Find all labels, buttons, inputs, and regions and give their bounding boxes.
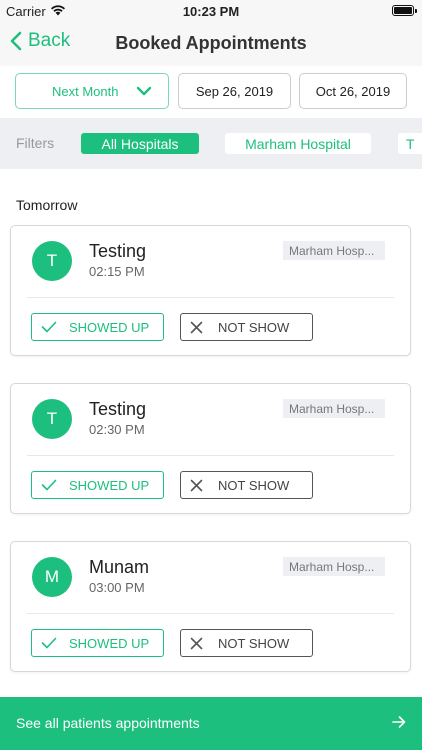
card-divider — [27, 297, 394, 298]
showed-up-label: SHOWED UP — [69, 635, 150, 651]
appointment-time: 02:30 PM — [89, 422, 145, 437]
avatar: M — [32, 557, 72, 597]
not-show-button[interactable]: NOT SHOW — [180, 313, 313, 341]
month-dropdown[interactable]: Next Month — [15, 73, 169, 109]
see-all-appointments-label: See all patients appointments — [16, 715, 200, 731]
showed-up-label: SHOWED UP — [69, 477, 150, 493]
filter-chip-marham-hospital[interactable]: Marham Hospital — [225, 133, 371, 154]
avatar: T — [32, 399, 72, 439]
filter-chip-partial[interactable]: T — [398, 133, 422, 154]
see-all-appointments-button[interactable]: See all patients appointments — [0, 697, 422, 750]
appointment-card: M Munam 03:00 PM Marham Hosp... SHOWED U… — [10, 541, 411, 672]
showed-up-button[interactable]: SHOWED UP — [31, 471, 164, 499]
filters-bar: Filters All Hospitals Marham Hospital T — [0, 118, 422, 169]
hospital-tag: Marham Hosp... — [283, 557, 385, 576]
card-divider — [27, 613, 394, 614]
appointment-time: 02:15 PM — [89, 264, 145, 279]
appointment-time: 03:00 PM — [89, 580, 145, 595]
close-icon — [190, 637, 203, 650]
card-divider — [27, 455, 394, 456]
hospital-tag: Marham Hosp... — [283, 399, 385, 418]
patient-name: Testing — [89, 241, 147, 261]
date-range-row: Next Month Sep 26, 2019 Oct 26, 2019 — [0, 66, 422, 118]
showed-up-button[interactable]: SHOWED UP — [31, 629, 164, 657]
patient-name: Testing — [89, 399, 147, 419]
not-show-label: NOT SHOW — [218, 319, 290, 335]
filters-label: Filters — [16, 135, 55, 151]
check-icon — [41, 479, 57, 491]
status-right — [392, 5, 417, 16]
to-date-button[interactable]: Oct 26, 2019 — [299, 73, 407, 109]
check-icon — [41, 321, 57, 333]
from-date-button[interactable]: Sep 26, 2019 — [178, 73, 291, 109]
hospital-tag: Marham Hosp... — [283, 241, 385, 260]
showed-up-button[interactable]: SHOWED UP — [31, 313, 164, 341]
section-header: Tomorrow — [16, 197, 78, 213]
close-icon — [190, 321, 203, 334]
not-show-label: NOT SHOW — [218, 477, 290, 493]
showed-up-label: SHOWED UP — [69, 319, 150, 335]
appointment-card: T Testing 02:15 PM Marham Hosp... SHOWED… — [10, 225, 411, 356]
check-icon — [41, 637, 57, 649]
avatar: T — [32, 241, 72, 281]
chevron-down-icon — [136, 84, 152, 102]
not-show-button[interactable]: NOT SHOW — [180, 629, 313, 657]
filter-chip-all-hospitals[interactable]: All Hospitals — [81, 133, 199, 154]
status-time: 10:23 PM — [182, 4, 240, 19]
patient-name: Munam — [89, 557, 150, 577]
page-title: Booked Appointments — [115, 33, 307, 53]
navigation-bar: Back Booked Appointments — [0, 22, 422, 67]
arrow-right-icon — [392, 715, 406, 729]
close-icon — [190, 479, 203, 492]
not-show-button[interactable]: NOT SHOW — [180, 471, 313, 499]
status-bar: Carrier 10:23 PM — [0, 0, 422, 22]
month-dropdown-value: Next Month — [52, 83, 119, 99]
battery-icon — [392, 5, 417, 16]
not-show-label: NOT SHOW — [218, 635, 290, 651]
appointment-card: T Testing 02:30 PM Marham Hosp... SHOWED… — [10, 383, 411, 514]
